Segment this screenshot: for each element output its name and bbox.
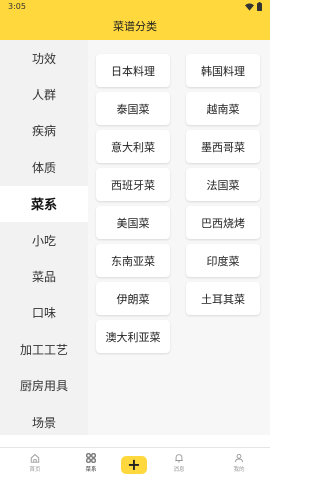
category-label: 土耳其菜 xyxy=(201,292,245,306)
category-label: 东南亚菜 xyxy=(111,254,155,268)
category-label: 澳大利亚菜 xyxy=(105,330,161,344)
tab-home-label: 首页 xyxy=(29,467,41,473)
category-button[interactable]: 巴西烧烤 xyxy=(186,206,260,239)
sidebar-item-label: 场景 xyxy=(31,415,56,430)
sidebar-item-label: 加工工艺 xyxy=(19,342,68,357)
sidebar-item[interactable]: 菜品 xyxy=(0,258,88,294)
category-label: 日本料理 xyxy=(111,64,155,78)
tab-cuisine[interactable]: 菜系 xyxy=(64,448,118,479)
category-sidebar: 功效人群疾病体质菜系小吃菜品口味加工工艺厨房用具场景 xyxy=(0,40,88,435)
category-label: 印度菜 xyxy=(206,254,240,268)
status-icons xyxy=(245,2,262,11)
tab-profile-label: 我的 xyxy=(233,467,245,473)
tab-cuisine-label: 菜系 xyxy=(85,467,97,473)
sidebar-item-label: 疾病 xyxy=(31,124,56,139)
sidebar-item-label: 口味 xyxy=(31,306,56,321)
tab-profile[interactable]: 我的 xyxy=(212,448,266,479)
category-button[interactable]: 墨西哥菜 xyxy=(186,130,260,163)
category-button[interactable]: 印度菜 xyxy=(186,244,260,277)
sidebar-item[interactable]: 场景 xyxy=(0,404,88,440)
sidebar-item[interactable]: 小吃 xyxy=(0,222,88,258)
page-title: 菜谱分类 xyxy=(113,20,157,33)
sidebar-item[interactable]: 人群 xyxy=(0,76,88,112)
category-button[interactable]: 土耳其菜 xyxy=(186,282,260,315)
category-button[interactable]: 东南亚菜 xyxy=(96,244,170,277)
category-label: 西班牙菜 xyxy=(111,178,155,192)
sidebar-item-label: 体质 xyxy=(31,160,56,175)
sidebar-item-label: 人群 xyxy=(31,88,56,103)
sidebar-item[interactable]: 口味 xyxy=(0,295,88,331)
tab-home[interactable]: 首页 xyxy=(8,448,62,479)
sidebar-item[interactable]: 功效 xyxy=(0,40,88,76)
sidebar-item[interactable]: 加工工艺 xyxy=(0,331,88,367)
tab-messages-label: 消息 xyxy=(173,467,185,473)
category-button[interactable]: 日本料理 xyxy=(96,54,170,87)
sidebar-item-label: 菜系 xyxy=(30,198,57,214)
category-button[interactable]: 伊朗菜 xyxy=(96,282,170,315)
category-button[interactable]: 澳大利亚菜 xyxy=(96,320,170,353)
category-label: 伊朗菜 xyxy=(116,292,150,306)
category-label: 巴西烧烤 xyxy=(201,216,245,230)
category-label: 美国菜 xyxy=(116,216,150,230)
category-button[interactable]: 美国菜 xyxy=(96,206,170,239)
category-label: 法国菜 xyxy=(206,178,240,192)
grid-icon xyxy=(86,453,96,463)
bell-icon xyxy=(175,454,183,463)
category-label: 泰国菜 xyxy=(116,102,150,116)
category-grid: 日本料理 韩国料理泰国菜 越南菜意大利菜 墨西哥菜西班牙菜 法国菜美国菜 巴西烧烤东南亚菜… xyxy=(88,40,270,435)
category-button[interactable]: 泰国菜 xyxy=(96,92,170,125)
category-label: 意大利菜 xyxy=(111,140,155,154)
app-header: 菜谱分类 xyxy=(0,14,270,40)
sidebar-item-label: 菜品 xyxy=(31,270,56,285)
user-icon xyxy=(235,453,243,463)
category-button[interactable]: 西班牙菜 xyxy=(96,168,170,201)
sidebar-item[interactable]: 菜系 xyxy=(0,185,88,222)
category-button[interactable]: 越南菜 xyxy=(186,92,260,125)
tab-messages[interactable]: 消息 xyxy=(152,448,206,479)
category-label: 越南菜 xyxy=(206,102,240,116)
status-time: 3:05 xyxy=(8,2,26,11)
category-label: 韩国料理 xyxy=(201,64,245,78)
home-icon xyxy=(30,453,40,463)
sidebar-item[interactable]: 厨房用具 xyxy=(0,368,88,404)
category-button[interactable]: 韩国料理 xyxy=(186,54,260,87)
category-label: 墨西哥菜 xyxy=(201,140,245,154)
category-button[interactable]: 法国菜 xyxy=(186,168,260,201)
category-button[interactable]: 意大利菜 xyxy=(96,130,170,163)
add-button[interactable]: + xyxy=(121,456,147,474)
sidebar-item-label: 功效 xyxy=(31,51,56,66)
sidebar-item-label: 厨房用具 xyxy=(19,379,68,394)
sidebar-item[interactable]: 疾病 xyxy=(0,113,88,149)
wifi-icon xyxy=(245,2,254,11)
plus-icon: + xyxy=(127,455,141,474)
battery-icon xyxy=(257,2,262,11)
status-bar: 3:05 xyxy=(0,0,270,14)
sidebar-item[interactable]: 体质 xyxy=(0,149,88,185)
sidebar-item-label: 小吃 xyxy=(31,233,56,248)
